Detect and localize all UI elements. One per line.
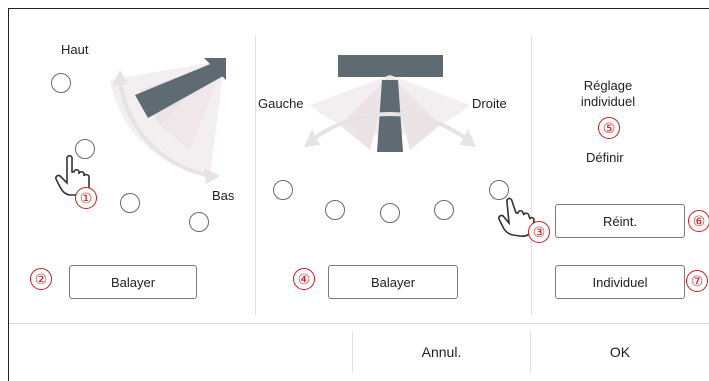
reset-button[interactable]: Réint.	[555, 204, 685, 238]
vertical-position-3[interactable]	[120, 193, 140, 213]
haut-label: Haut	[61, 42, 89, 57]
callout-2: ②	[30, 268, 52, 290]
callout-4: ④	[293, 268, 315, 290]
section-divider-2	[531, 35, 532, 315]
vertical-position-1[interactable]	[51, 73, 71, 93]
vertical-vane-diagram	[110, 58, 226, 184]
callout-1: ①	[75, 187, 97, 209]
vertical-position-4[interactable]	[189, 212, 209, 232]
horizontal-position-3[interactable]	[380, 203, 400, 223]
gauche-label: Gauche	[258, 96, 304, 111]
ok-button[interactable]: OK	[531, 331, 709, 373]
define-label: Définir	[586, 150, 624, 165]
callout-7: ⑦	[686, 270, 708, 292]
footer-divider	[9, 323, 709, 324]
callout-3: ③	[528, 221, 550, 243]
horizontal-position-1[interactable]	[273, 180, 293, 200]
vertical-sweep-button[interactable]: Balayer	[69, 265, 197, 299]
callout-5: ⑤	[598, 117, 620, 139]
horizontal-position-2[interactable]	[325, 200, 345, 220]
individual-setting-title: Réglage individuel	[580, 78, 636, 109]
individual-button[interactable]: Individuel	[555, 265, 685, 299]
bas-label: Bas	[212, 188, 235, 203]
horizontal-vane-diagram	[304, 55, 476, 152]
horizontal-sweep-button[interactable]: Balayer	[328, 265, 458, 299]
cancel-button[interactable]: Annul.	[353, 331, 530, 373]
section-divider-1	[255, 35, 256, 315]
horizontal-position-4[interactable]	[434, 200, 454, 220]
callout-6: ⑥	[688, 210, 709, 232]
